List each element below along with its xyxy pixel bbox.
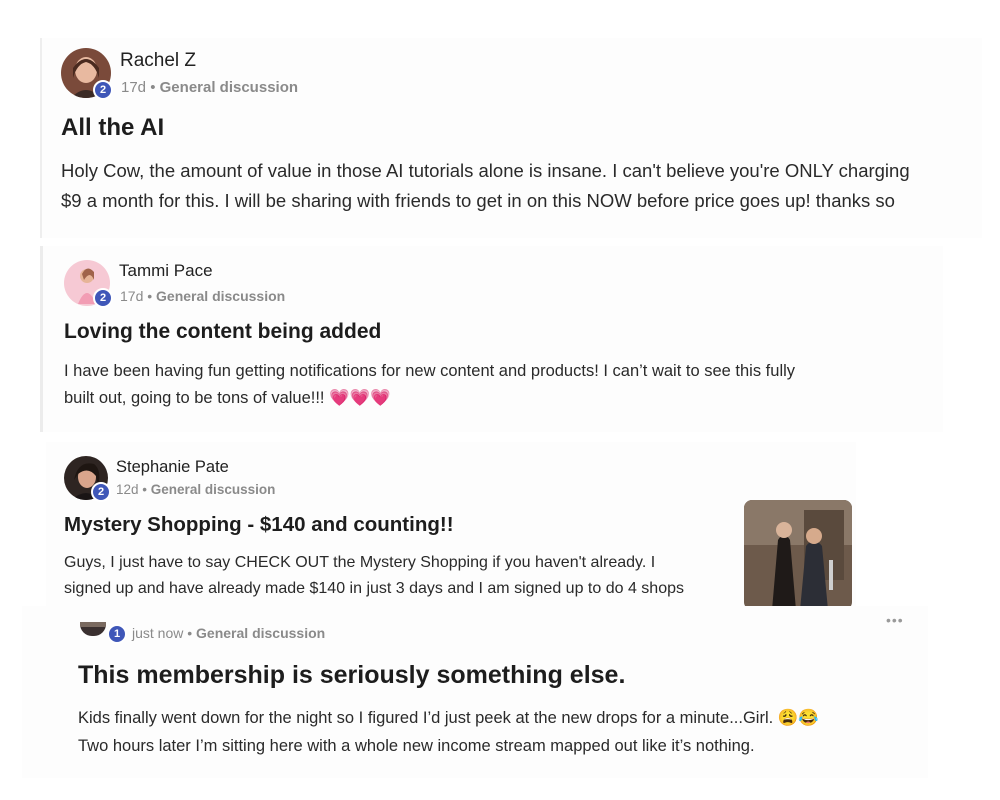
post-meta: 17d • General discussion <box>120 288 285 304</box>
post-time: 17d <box>121 79 147 96</box>
level-badge: 2 <box>91 482 111 502</box>
post-title[interactable]: All the AI <box>61 114 164 142</box>
post-body-line: Two hours later I’m sitting here with a … <box>78 737 755 755</box>
post-meta: just now • General discussion <box>132 625 325 641</box>
level-badge: 1 <box>107 624 127 644</box>
post-body-line: signed up and have already made $140 in … <box>64 580 684 597</box>
post-body-line: Holy Cow, the amount of value in those A… <box>61 160 910 181</box>
post-body-line: Guys, I just have to say CHECK OUT the M… <box>64 554 656 571</box>
post-time: 12d <box>116 482 139 497</box>
post-body-line: built out, going to be tons of value!!! … <box>64 389 391 407</box>
meta-separator: • <box>150 79 156 96</box>
author-name[interactable]: Tammi Pace <box>119 261 213 281</box>
author-avatar[interactable] <box>80 622 106 636</box>
meta-separator: • <box>142 482 148 497</box>
post-category[interactable]: General discussion <box>160 79 298 96</box>
author-name[interactable]: Stephanie Pate <box>116 458 229 477</box>
post-card[interactable]: 1 just now • General discussion ••• This… <box>22 606 928 778</box>
post-title[interactable]: This membership is seriously something e… <box>78 661 625 690</box>
post-card[interactable]: 2 Rachel Z 17d • General discussion All … <box>40 38 982 238</box>
post-body-line: $9 a month for this. I will be sharing w… <box>61 190 895 211</box>
author-name[interactable]: Rachel Z <box>120 50 196 72</box>
meta-separator: • <box>147 288 153 304</box>
post-title[interactable]: Loving the content being added <box>64 320 381 344</box>
post-meta: 17d • General discussion <box>121 79 298 96</box>
meta-separator: • <box>187 625 193 641</box>
post-body-line: I have been having fun getting notificat… <box>64 362 796 380</box>
post-category[interactable]: General discussion <box>151 482 276 497</box>
post-time: 17d <box>120 288 144 304</box>
level-badge: 2 <box>93 80 113 100</box>
post-card[interactable]: 2 Stephanie Pate 12d • General discussio… <box>46 442 856 617</box>
post-body-line: Kids finally went down for the night so … <box>78 709 819 727</box>
level-badge: 2 <box>93 288 113 308</box>
post-card[interactable]: 2 Tammi Pace 17d • General discussion Lo… <box>40 246 943 432</box>
post-time: just now <box>132 625 184 641</box>
post-title[interactable]: Mystery Shopping - $140 and counting!! <box>64 513 454 537</box>
post-category[interactable]: General discussion <box>156 288 285 304</box>
post-thumbnail[interactable] <box>744 500 852 610</box>
post-meta: 12d • General discussion <box>116 482 275 497</box>
post-category[interactable]: General discussion <box>196 625 325 641</box>
more-options-icon[interactable]: ••• <box>886 612 904 628</box>
